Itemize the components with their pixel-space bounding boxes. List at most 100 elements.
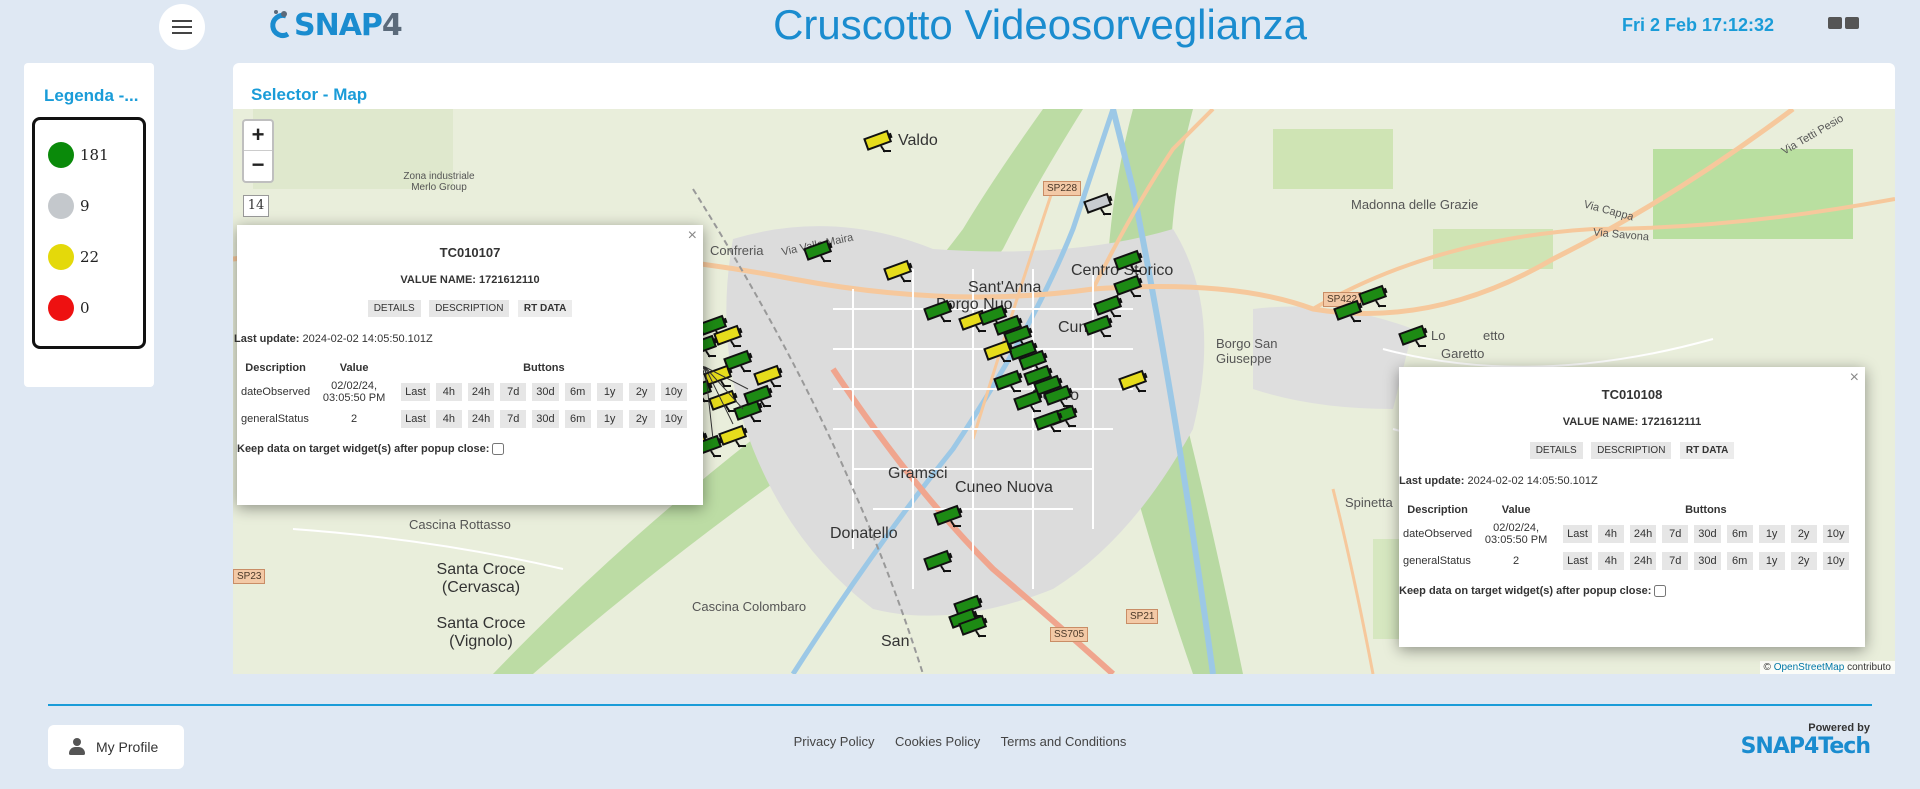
camera-marker-icon[interactable] — [1113, 249, 1147, 273]
camera-marker-icon[interactable] — [883, 259, 917, 283]
24h-button[interactable]: 24h — [467, 410, 495, 428]
10y-button[interactable]: 10y — [660, 383, 687, 401]
place-label: Zona industriale Merlo Group — [403, 171, 475, 193]
6m-button[interactable]: 6m — [564, 410, 591, 428]
30d-button[interactable]: 30d — [1694, 525, 1721, 543]
details-tab[interactable]: DETAILS — [367, 300, 421, 317]
place-label: Donatello — [830, 525, 898, 542]
10y-button[interactable]: 10y — [1822, 552, 1849, 570]
camera-marker-icon[interactable] — [863, 129, 897, 153]
map-canvas[interactable]: Madonna delle Grazie Confreria Sant'Anna… — [233, 109, 1895, 674]
camera-marker-icon[interactable] — [923, 299, 957, 323]
last-button[interactable]: Last — [401, 383, 430, 401]
4h-button[interactable]: 4h — [1597, 525, 1624, 543]
camera-marker-icon[interactable] — [803, 239, 837, 263]
24h-button[interactable]: 24h — [1629, 525, 1657, 543]
camera-marker-icon[interactable] — [1398, 324, 1432, 348]
30d-button[interactable]: 30d — [1694, 552, 1721, 570]
grey-status-dot-icon — [48, 193, 74, 219]
2y-button[interactable]: 2y — [628, 383, 655, 401]
1y-button[interactable]: 1y — [596, 410, 623, 428]
yellow-status-dot-icon — [48, 244, 74, 270]
30d-button[interactable]: 30d — [532, 383, 559, 401]
6m-button[interactable]: 6m — [1726, 525, 1753, 543]
zoom-out-button[interactable]: − — [244, 151, 272, 181]
10y-button[interactable]: 10y — [1822, 525, 1849, 543]
1y-button[interactable]: 1y — [596, 383, 623, 401]
popup-value-name: VALUE NAME: 1721612111 — [1562, 416, 1702, 428]
legend-item-grey: 9 — [48, 193, 90, 219]
camera-marker-icon[interactable] — [923, 549, 957, 573]
green-status-dot-icon — [48, 142, 74, 168]
camera-marker-icon[interactable] — [1083, 192, 1117, 216]
privacy-policy-link[interactable]: Privacy Policy — [794, 734, 875, 749]
2y-button[interactable]: 2y — [1790, 552, 1817, 570]
details-tab[interactable]: DETAILS — [1529, 442, 1583, 459]
4h-button[interactable]: 4h — [1597, 552, 1624, 570]
rt-data-tab[interactable]: RT DATA — [517, 300, 573, 317]
close-icon[interactable]: × — [1850, 369, 1859, 387]
keep-data-checkbox[interactable] — [1654, 585, 1667, 598]
24h-button[interactable]: 24h — [467, 383, 495, 401]
close-icon[interactable]: × — [688, 227, 697, 245]
4h-button[interactable]: 4h — [435, 383, 462, 401]
sensor-popup: × TC010108 VALUE NAME: 1721612111 DETAIL… — [1399, 367, 1865, 647]
place-label: Santa Croce (Cervasca) — [436, 561, 526, 596]
row-buttons: Last 4h 24h 7d 30d 6m 1y 2y 10y — [394, 407, 694, 431]
legend-count: 181 — [80, 146, 109, 164]
place-label: Confreria — [710, 243, 764, 258]
window-icon[interactable] — [1828, 17, 1842, 29]
windows-icon[interactable] — [1845, 17, 1859, 29]
keep-data-label: Keep data on target widget(s) after popu… — [237, 443, 490, 455]
last-button[interactable]: Last — [1563, 525, 1592, 543]
last-button[interactable]: Last — [1563, 552, 1592, 570]
camera-marker-icon[interactable] — [1118, 369, 1152, 393]
7d-button[interactable]: 7d — [1662, 525, 1689, 543]
table-header: Description — [245, 362, 306, 374]
4h-button[interactable]: 4h — [435, 410, 462, 428]
zoom-in-button[interactable]: + — [244, 121, 272, 151]
footer-links: Privacy Policy Cookies Policy Terms and … — [0, 733, 1920, 751]
1y-button[interactable]: 1y — [1758, 525, 1785, 543]
keep-data-checkbox[interactable] — [492, 443, 505, 456]
hamburger-menu-button[interactable] — [159, 4, 205, 50]
rt-data-tab[interactable]: RT DATA — [1679, 442, 1735, 459]
description-tab[interactable]: DESCRIPTION — [429, 300, 510, 317]
1y-button[interactable]: 1y — [1758, 552, 1785, 570]
camera-marker-icon[interactable] — [983, 339, 1017, 363]
place-label: Borgo San Giuseppe — [1216, 336, 1278, 366]
camera-marker-icon[interactable] — [1083, 314, 1117, 338]
table-row: generalStatus 2 Last 4h 24h 7d 30d 6m 1y 2y 10y — [237, 407, 694, 431]
cookies-policy-link[interactable]: Cookies Policy — [895, 734, 980, 749]
camera-marker-icon[interactable] — [1333, 299, 1367, 323]
place-label: Santa Croce (Vignolo) — [436, 615, 526, 650]
7d-button[interactable]: 7d — [500, 410, 527, 428]
camera-marker-icon[interactable] — [993, 369, 1027, 393]
6m-button[interactable]: 6m — [1726, 552, 1753, 570]
last-button[interactable]: Last — [401, 410, 430, 428]
menu-bar-icon — [172, 32, 192, 34]
6m-button[interactable]: 6m — [564, 383, 591, 401]
popup-tabs: DETAILS DESCRIPTION RT DATA — [1399, 440, 1865, 459]
logo-main-text: SNAP — [294, 7, 383, 43]
attribution-suffix: contributo — [1847, 662, 1891, 673]
openstreetmap-link[interactable]: OpenStreetMap — [1774, 662, 1845, 673]
camera-marker-icon[interactable] — [958, 614, 992, 638]
zoom-control: + − — [242, 119, 274, 183]
7d-button[interactable]: 7d — [1662, 552, 1689, 570]
rt-data-table: Description Value Buttons dateObserved 0… — [237, 359, 694, 431]
24h-button[interactable]: 24h — [1629, 552, 1657, 570]
attribution-prefix: © — [1763, 662, 1771, 673]
10y-button[interactable]: 10y — [660, 410, 687, 428]
place-label: Sant'Anna — [968, 279, 1042, 296]
30d-button[interactable]: 30d — [532, 410, 559, 428]
2y-button[interactable]: 2y — [1790, 525, 1817, 543]
description-tab[interactable]: DESCRIPTION — [1591, 442, 1672, 459]
camera-marker-icon[interactable] — [933, 504, 967, 528]
map-attribution: © OpenStreetMap contributo — [1759, 661, 1895, 674]
keep-data-label: Keep data on target widget(s) after popu… — [1399, 585, 1652, 597]
7d-button[interactable]: 7d — [500, 383, 527, 401]
2y-button[interactable]: 2y — [628, 410, 655, 428]
terms-conditions-link[interactable]: Terms and Conditions — [1001, 734, 1127, 749]
logo-four-text: 4 — [381, 7, 403, 43]
